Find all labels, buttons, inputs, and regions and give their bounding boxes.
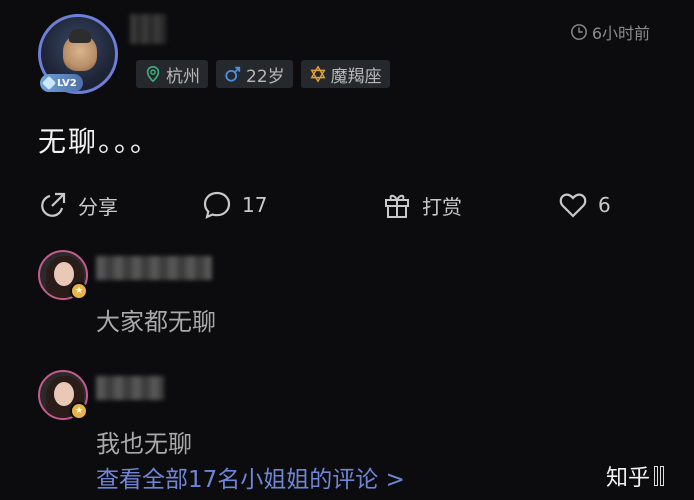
comment-button[interactable]: 17 [202, 185, 267, 225]
username-blurred[interactable] [130, 14, 166, 44]
share-label: 分享 [78, 194, 118, 219]
star-of-david-icon [310, 65, 326, 83]
view-all-comments-link[interactable]: 查看全部17名小姐姐的评论 > [96, 460, 405, 494]
zhihu-watermark: 知乎 [606, 460, 664, 492]
male-icon [225, 66, 241, 82]
commenter-name-blurred[interactable] [96, 376, 164, 400]
like-count: 6 [598, 193, 611, 217]
action-bar: 分享 17 打赏 6 [38, 185, 658, 225]
time-label: 6小时前 [591, 24, 650, 43]
unknown-glyph-icon [654, 466, 664, 486]
clock-icon [570, 24, 587, 40]
comment-item: ★ 我也无聊 [38, 370, 438, 460]
reward-label: 打赏 [422, 194, 462, 219]
tag-age: 22岁 [216, 60, 293, 88]
comment-item: ★ 大家都无聊 [38, 250, 438, 340]
share-button[interactable]: 分享 [38, 185, 118, 225]
reward-button[interactable]: 打赏 [382, 185, 462, 225]
comment-text: 我也无聊 [96, 430, 192, 458]
tag-location: 杭州 [136, 60, 208, 88]
gift-icon [385, 194, 409, 218]
tag-age-label: 22岁 [246, 66, 285, 87]
commenter-name-blurred[interactable] [96, 256, 212, 280]
comment-count: 17 [242, 193, 268, 217]
user-avatar[interactable]: LV2 [38, 14, 118, 94]
vip-badge-icon: ★ [70, 402, 88, 420]
tag-zodiac-label: 魔羯座 [330, 66, 382, 87]
tag-zodiac: 魔羯座 [300, 60, 390, 88]
heart-icon [559, 193, 587, 218]
location-pin-icon [146, 65, 160, 83]
like-button[interactable]: 6 [558, 185, 611, 225]
profile-tags: 杭州 22岁 魔羯座 [136, 60, 390, 88]
post-text: 无聊。。。 [38, 125, 161, 158]
watermark-text: 知乎 [605, 466, 650, 491]
comment-text: 大家都无聊 [96, 308, 216, 336]
share-icon [41, 192, 66, 217]
gem-icon [41, 75, 57, 91]
comment-icon [203, 191, 231, 219]
post-time: 6小时前 [570, 20, 650, 44]
level-label: LV2 [57, 77, 77, 89]
tag-location-label: 杭州 [166, 66, 200, 87]
vip-badge-icon: ★ [70, 282, 88, 300]
level-badge: LV2 [40, 74, 83, 92]
